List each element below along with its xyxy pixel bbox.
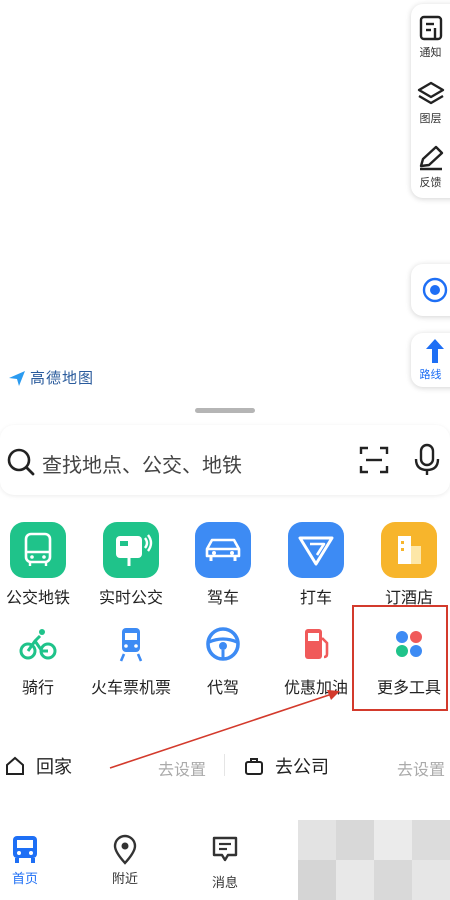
scan-icon[interactable] <box>358 445 390 475</box>
service-label: 代驾 <box>206 678 239 697</box>
service-label: 骑行 <box>21 678 54 697</box>
service-label: 公交地铁 <box>5 588 70 607</box>
bike-icon <box>18 624 58 664</box>
sheet-drag-handle[interactable] <box>195 408 255 413</box>
shortcut-label: 去公司 <box>275 757 329 778</box>
search-icon <box>7 448 35 476</box>
map-tools-panel: 通知 图层 反馈 <box>411 4 450 198</box>
service-fuel[interactable]: 优惠加油 <box>271 624 361 698</box>
bus-tab-icon <box>13 836 37 863</box>
layers-button[interactable]: 图层 <box>411 80 450 126</box>
service-label: 火车票机票 <box>90 678 171 697</box>
service-hotel[interactable]: 订酒店 <box>364 522 450 608</box>
shortcut-company-set[interactable]: 去设置 <box>397 756 445 780</box>
home-icon <box>6 756 24 775</box>
bus-metro-icon <box>10 522 66 578</box>
search-input[interactable]: 查找地点、公交、地铁 <box>42 449 242 478</box>
steering-wheel-icon <box>203 624 243 664</box>
service-taxi[interactable]: 打车 <box>271 522 361 608</box>
route-label: 路线 <box>419 368 442 381</box>
service-bike[interactable]: 骑行 <box>0 624 83 698</box>
tab-nearby[interactable]: 附近 <box>95 834 155 887</box>
train-icon <box>111 624 151 664</box>
route-button[interactable]: 路线 <box>411 333 450 387</box>
pin-icon <box>113 834 137 865</box>
microphone-icon[interactable] <box>412 443 442 477</box>
briefcase-icon <box>245 758 263 775</box>
logo-icon <box>9 370 25 386</box>
pixelated-region <box>298 820 450 900</box>
tab-label: 首页 <box>11 872 38 887</box>
service-label: 驾车 <box>206 588 239 607</box>
service-train-flight[interactable]: 火车票机票 <box>86 624 176 698</box>
tab-label: 附近 <box>111 872 138 887</box>
map-area[interactable] <box>0 0 450 400</box>
taxi-icon <box>288 522 344 578</box>
feedback-pen-icon <box>419 145 443 171</box>
locate-icon <box>422 277 448 303</box>
tab-messages[interactable]: 消息 <box>195 834 255 891</box>
tab-label: 消息 <box>211 876 238 891</box>
shortcut-home-set[interactable]: 去设置 <box>158 756 206 780</box>
notice-button[interactable]: 通知 <box>411 14 450 60</box>
car-icon <box>195 522 251 578</box>
hotel-icon <box>381 522 437 578</box>
highlight-box <box>352 605 448 711</box>
divider <box>224 754 225 776</box>
service-bus-metro[interactable]: 公交地铁 <box>0 522 83 608</box>
tab-home[interactable]: 首页 <box>0 834 55 887</box>
locate-button[interactable] <box>411 264 450 316</box>
route-arrow-icon <box>426 339 444 363</box>
realtime-bus-icon <box>103 522 159 578</box>
layers-label: 图层 <box>419 112 442 125</box>
service-realtime-bus[interactable]: 实时公交 <box>86 522 176 608</box>
fuel-icon <box>296 624 336 664</box>
feedback-label: 反馈 <box>419 176 442 189</box>
message-icon <box>212 836 238 862</box>
amap-logo: 高德地图 <box>8 367 94 388</box>
service-car[interactable]: 驾车 <box>178 522 268 608</box>
service-designated-driver[interactable]: 代驾 <box>178 624 268 698</box>
notice-label: 通知 <box>419 46 442 59</box>
feedback-button[interactable]: 反馈 <box>411 144 450 190</box>
service-label: 打车 <box>299 588 332 607</box>
shortcut-company[interactable]: 去公司 <box>243 752 329 780</box>
logo-text: 高德地图 <box>30 369 95 387</box>
search-bar[interactable]: 查找地点、公交、地铁 <box>0 425 450 495</box>
layers-icon <box>417 81 444 105</box>
service-label: 实时公交 <box>98 588 163 607</box>
shortcut-home[interactable]: 回家 <box>4 752 72 780</box>
bottom-tab-bar: 首页 附近 消息 <box>0 820 450 900</box>
service-label: 优惠加油 <box>283 678 348 697</box>
shortcut-label: 回家 <box>36 757 72 778</box>
notice-icon <box>419 15 442 41</box>
